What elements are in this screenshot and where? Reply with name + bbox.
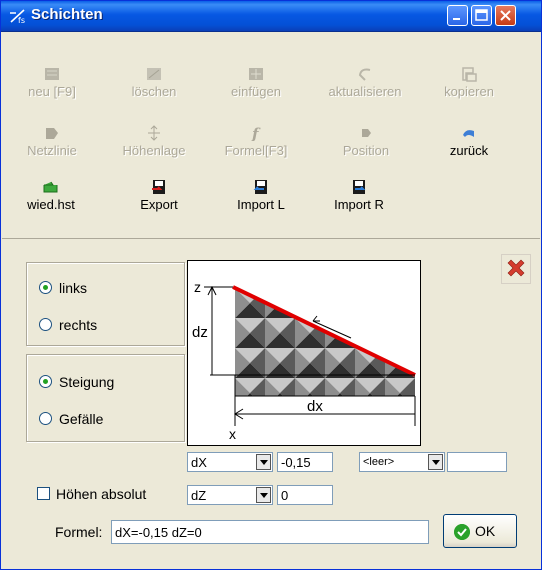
heights-absolute-label: Höhen absolut <box>56 486 147 502</box>
minimize-button[interactable] <box>447 5 468 26</box>
netline-button[interactable]: Netzlinie <box>17 125 87 158</box>
extra-value-field[interactable] <box>447 452 507 472</box>
formula-button[interactable]: f Formel[F3] <box>219 125 293 158</box>
restore-icon <box>43 181 58 193</box>
close-panel-icon <box>507 259 525 277</box>
slope-group <box>26 354 185 442</box>
radio-steigung[interactable]: Steigung <box>39 374 114 390</box>
close-icon <box>500 10 511 21</box>
delete-layer-icon <box>147 68 161 80</box>
value-field-1[interactable]: -0,15 <box>277 452 333 472</box>
heights-absolute-checkbox[interactable]: Höhen absolut <box>37 486 146 502</box>
svg-text:fs: fs <box>18 16 25 24</box>
insert-layer-label: einfügen <box>231 84 281 99</box>
axis-select-2[interactable]: dZ <box>187 485 273 505</box>
ok-button[interactable]: OK <box>443 514 517 548</box>
side-group <box>26 262 185 346</box>
formula-label: Formel[F3] <box>224 143 288 158</box>
title-bar[interactable]: fs Schichten <box>1 1 541 32</box>
position-button[interactable]: Position <box>331 125 401 158</box>
axis-select-2-value: dZ <box>191 488 207 503</box>
export-icon <box>152 180 165 194</box>
extra-select-value: <leer> <box>363 456 395 468</box>
radio-rechts-label: rechts <box>59 317 98 333</box>
checkbox-box <box>37 487 50 500</box>
copy-button[interactable]: kopieren <box>431 66 507 99</box>
checkmark-icon <box>454 524 470 540</box>
radio-gefaelle[interactable]: Gefälle <box>39 411 103 427</box>
layers-app-icon: fs <box>10 9 25 24</box>
maximize-button[interactable] <box>471 5 492 26</box>
new-layer-label: neu [F9] <box>28 84 76 99</box>
label-z: z <box>194 279 201 295</box>
label-dx: dx <box>307 398 323 415</box>
insert-layer-button[interactable]: einfügen <box>221 66 291 99</box>
netline-label: Netzlinie <box>27 143 77 158</box>
window-title: Schichten <box>31 6 103 23</box>
dz-dimension <box>204 285 233 375</box>
radio-gefaelle-label: Gefälle <box>59 411 104 427</box>
minimize-icon <box>453 18 460 20</box>
svg-text:f: f <box>251 125 261 141</box>
export-button[interactable]: Export <box>129 179 189 212</box>
soil-layer <box>235 288 415 396</box>
formula-icon: f <box>251 125 261 141</box>
chevron-down-icon <box>256 487 271 503</box>
axis-select-1-value: dX <box>191 455 207 470</box>
close-button[interactable] <box>495 5 516 26</box>
delete-layer-label: löschen <box>131 84 177 99</box>
restore-button[interactable]: wied.hst <box>19 179 83 212</box>
label-x: x <box>229 426 236 442</box>
radio-links[interactable]: links <box>39 280 87 296</box>
radio-links-label: links <box>59 280 88 296</box>
schichten-window: fs Schichten neu [F9] löschen einfügen a… <box>0 0 542 570</box>
import-right-icon <box>353 180 366 194</box>
chevron-down-icon <box>428 454 443 470</box>
copy-icon <box>462 67 477 82</box>
refresh-button[interactable]: aktualisieren <box>317 66 413 99</box>
radio-steigung-indicator <box>39 375 52 388</box>
radio-rechts[interactable]: rechts <box>39 317 97 333</box>
label-dz: dz <box>192 324 208 341</box>
value-field-2[interactable]: 0 <box>277 485 333 505</box>
undo-button[interactable]: zurück <box>437 125 501 158</box>
new-layer-button[interactable]: neu [F9] <box>17 66 87 99</box>
height-position-label: Höhenlage <box>122 143 186 158</box>
radio-rechts-indicator <box>39 318 52 331</box>
undo-label: zurück <box>449 143 489 158</box>
import-left-button[interactable]: Import L <box>227 179 295 212</box>
import-right-button[interactable]: Import R <box>325 179 393 212</box>
radio-steigung-label: Steigung <box>59 374 115 390</box>
undo-icon <box>463 130 474 137</box>
maximize-icon <box>475 9 488 21</box>
import-left-label: Import L <box>237 197 285 212</box>
slope-diagram: z dz dx x <box>187 260 421 446</box>
new-layer-icon <box>45 68 59 80</box>
copy-label: kopieren <box>444 84 494 99</box>
import-left-icon <box>253 180 267 194</box>
radio-gefaelle-indicator <box>39 412 52 425</box>
radio-links-indicator <box>39 281 52 294</box>
delete-layer-button[interactable]: löschen <box>119 66 189 99</box>
refresh-label: aktualisieren <box>328 84 402 99</box>
formula-input[interactable]: dX=-0,15 dZ=0 <box>111 520 429 544</box>
axis-select-1[interactable]: dX <box>187 452 273 472</box>
height-position-button[interactable]: Höhenlage <box>113 125 195 158</box>
restore-label: wied.hst <box>27 197 75 212</box>
height-position-icon <box>148 125 160 141</box>
export-label: Export <box>140 197 178 212</box>
ok-label: OK <box>475 523 496 539</box>
netline-icon <box>46 128 58 139</box>
refresh-icon <box>358 68 371 81</box>
extra-select[interactable]: <leer> <box>359 452 445 472</box>
import-right-label: Import R <box>334 197 384 212</box>
close-panel-button[interactable] <box>501 254 531 284</box>
position-label: Position <box>342 143 390 158</box>
position-icon <box>362 129 371 137</box>
insert-layer-icon <box>249 68 263 80</box>
formula-label: Formel: <box>55 524 103 540</box>
chevron-down-icon <box>256 454 271 470</box>
